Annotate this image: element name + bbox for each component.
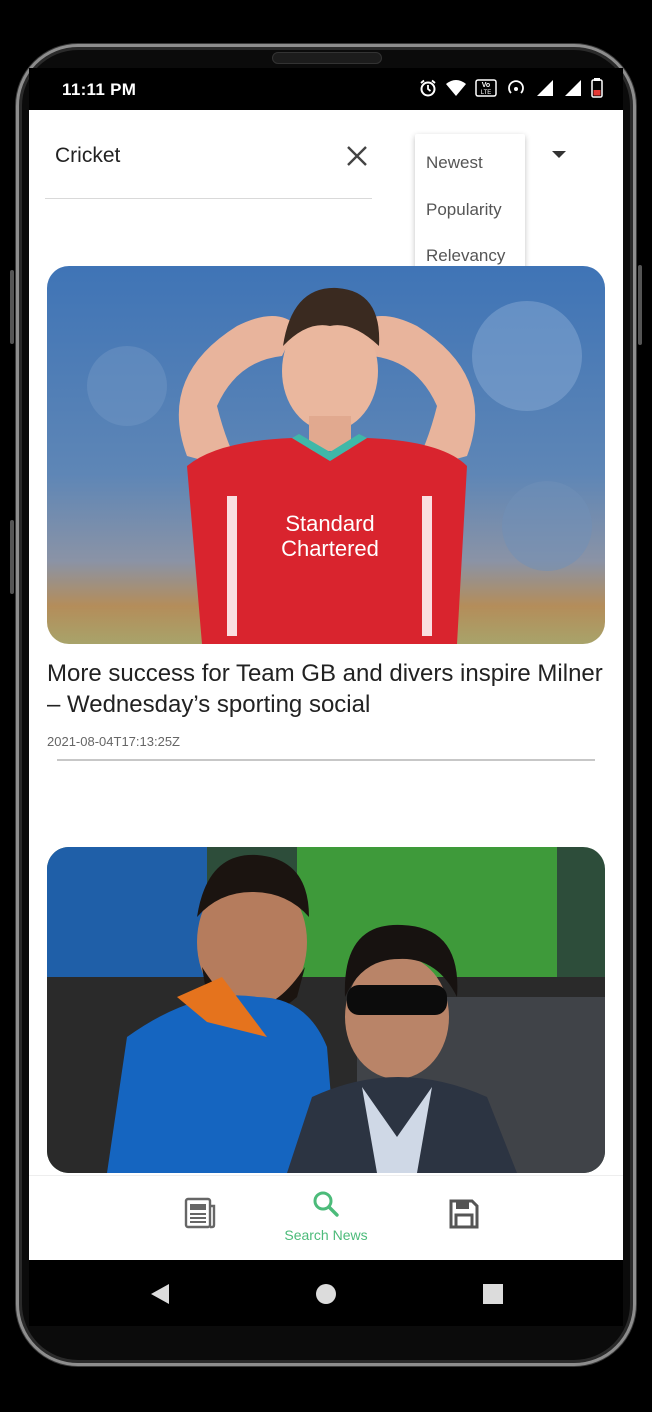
article-title[interactable]: More success for Team GB and divers insp…	[47, 658, 605, 720]
nav-label-search-news: Search News	[284, 1227, 368, 1243]
article-card[interactable]	[47, 847, 605, 1173]
volte-icon: Vo LTE	[475, 79, 497, 102]
svg-text:LTE: LTE	[481, 90, 492, 96]
signal-icon	[563, 79, 583, 102]
svg-text:Standard: Standard	[285, 511, 374, 536]
hotspot-icon	[505, 79, 527, 102]
battery-icon	[591, 78, 603, 103]
power-button	[638, 265, 642, 345]
sort-option-newest[interactable]: Newest	[415, 140, 525, 187]
newspaper-icon	[183, 1196, 217, 1235]
nav-item-news[interactable]	[167, 1176, 233, 1260]
volume-button	[10, 270, 14, 344]
sort-menu: Newest Popularity Relevancy	[415, 134, 525, 286]
status-icons: Vo LTE	[419, 78, 603, 103]
app-screen: 11:11 PM Vo LTE Cricket Newest Popularit…	[29, 68, 623, 1260]
svg-text:Chartered: Chartered	[281, 536, 379, 561]
earpiece-speaker	[272, 52, 382, 64]
home-icon[interactable]	[315, 1283, 337, 1310]
article-card[interactable]: Standard Chartered More success for Team…	[47, 266, 605, 761]
alarm-icon	[419, 79, 437, 102]
wifi-icon	[445, 79, 467, 102]
bottom-navigation: Search News	[29, 1175, 623, 1260]
search-input[interactable]: Cricket	[55, 144, 120, 168]
article-date: 2021-08-04T17:13:25Z	[47, 734, 180, 749]
close-icon[interactable]	[345, 144, 371, 170]
recents-icon[interactable]	[482, 1283, 504, 1310]
system-navigation-bar	[29, 1260, 623, 1326]
search-icon	[312, 1190, 340, 1223]
signal-icon	[535, 79, 555, 102]
save-icon	[448, 1198, 480, 1235]
volume-button	[10, 520, 14, 594]
status-bar: 11:11 PM Vo LTE	[29, 68, 623, 110]
search-bar: Cricket	[45, 110, 372, 199]
status-time: 11:11 PM	[62, 80, 137, 99]
divider	[57, 759, 595, 761]
sort-option-popularity[interactable]: Popularity	[415, 187, 525, 234]
svg-text:Vo: Vo	[482, 82, 490, 89]
article-image[interactable]	[47, 847, 605, 1173]
article-image[interactable]: Standard Chartered	[47, 266, 605, 644]
caret-down-icon[interactable]	[552, 151, 566, 158]
back-icon[interactable]	[149, 1282, 171, 1311]
nav-item-saved[interactable]	[431, 1176, 497, 1260]
nav-item-search-news[interactable]: Search News	[261, 1176, 391, 1260]
